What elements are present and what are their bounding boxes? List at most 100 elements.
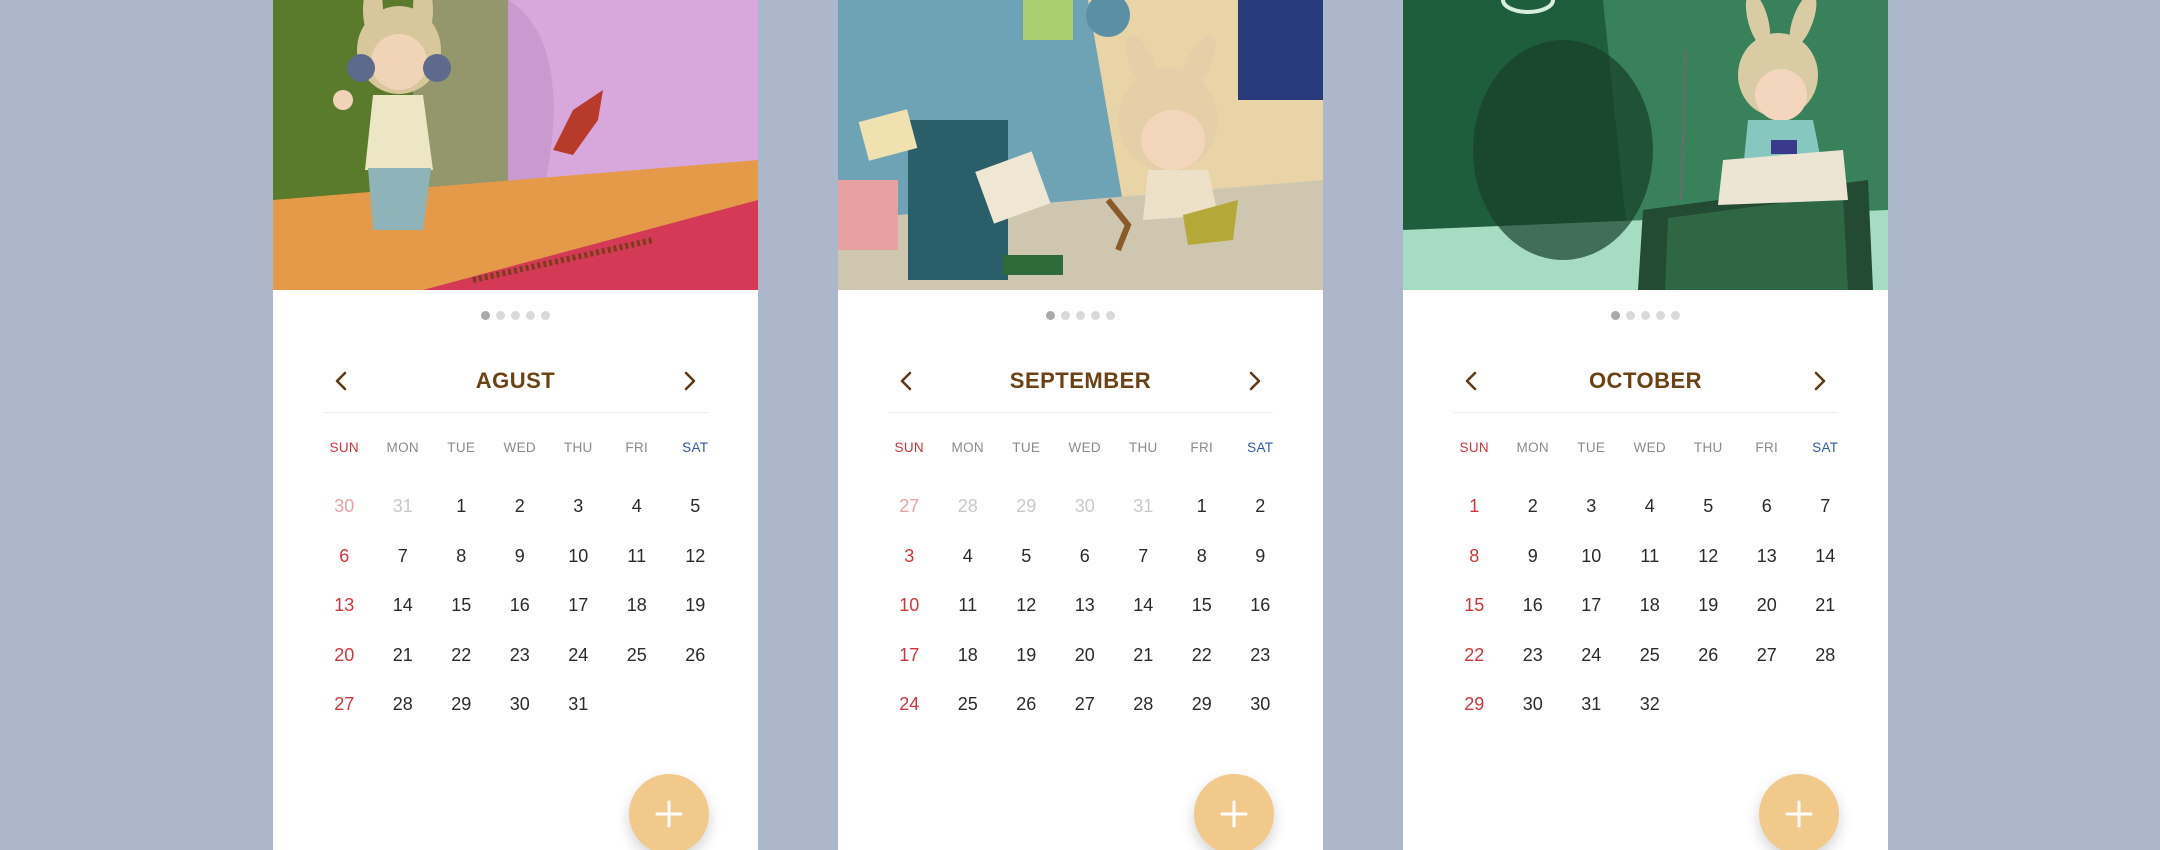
calendar-day[interactable]: 16 xyxy=(1231,591,1290,641)
calendar-day[interactable]: 31 xyxy=(1562,690,1621,740)
calendar-day[interactable]: 11 xyxy=(939,591,998,641)
calendar-day[interactable]: 28 xyxy=(939,492,998,542)
calendar-day[interactable]: 22 xyxy=(432,641,491,691)
calendar-day[interactable]: 9 xyxy=(1504,542,1563,592)
page-dot[interactable] xyxy=(1076,311,1085,320)
calendar-day[interactable]: 7 xyxy=(1796,492,1855,542)
calendar-day[interactable]: 30 xyxy=(315,492,374,542)
calendar-day[interactable]: 29 xyxy=(432,690,491,740)
calendar-day[interactable]: 27 xyxy=(1056,690,1115,740)
calendar-day[interactable]: 5 xyxy=(666,492,725,542)
calendar-day[interactable]: 11 xyxy=(1621,542,1680,592)
calendar-day[interactable]: 9 xyxy=(491,542,550,592)
calendar-day[interactable]: 17 xyxy=(880,641,939,691)
page-dot[interactable] xyxy=(541,311,550,320)
page-dot[interactable] xyxy=(1061,311,1070,320)
calendar-day[interactable]: 14 xyxy=(1114,591,1173,641)
calendar-day[interactable]: 30 xyxy=(1056,492,1115,542)
calendar-day[interactable]: 17 xyxy=(549,591,608,641)
calendar-day[interactable]: 2 xyxy=(491,492,550,542)
calendar-day[interactable]: 26 xyxy=(1679,641,1738,691)
calendar-day[interactable]: 24 xyxy=(549,641,608,691)
calendar-day[interactable]: 8 xyxy=(1445,542,1504,592)
calendar-day[interactable]: 30 xyxy=(491,690,550,740)
calendar-day[interactable]: 25 xyxy=(939,690,998,740)
calendar-day[interactable]: 20 xyxy=(1738,591,1797,641)
calendar-day[interactable]: 23 xyxy=(491,641,550,691)
calendar-day[interactable]: 24 xyxy=(1562,641,1621,691)
calendar-day[interactable]: 19 xyxy=(1679,591,1738,641)
calendar-day[interactable]: 18 xyxy=(1621,591,1680,641)
calendar-day[interactable]: 1 xyxy=(432,492,491,542)
prev-month-button[interactable] xyxy=(1453,363,1489,399)
calendar-day[interactable]: 12 xyxy=(1679,542,1738,592)
page-dot[interactable] xyxy=(1656,311,1665,320)
page-dot[interactable] xyxy=(1091,311,1100,320)
add-event-button[interactable] xyxy=(1194,774,1274,850)
calendar-day[interactable]: 4 xyxy=(608,492,667,542)
page-indicator[interactable] xyxy=(1403,311,1888,320)
calendar-day[interactable]: 6 xyxy=(1056,542,1115,592)
calendar-day[interactable]: 31 xyxy=(1114,492,1173,542)
calendar-day[interactable]: 22 xyxy=(1445,641,1504,691)
page-dot[interactable] xyxy=(1626,311,1635,320)
add-event-button[interactable] xyxy=(1759,774,1839,850)
calendar-day[interactable]: 25 xyxy=(1621,641,1680,691)
calendar-day[interactable]: 3 xyxy=(880,542,939,592)
calendar-day[interactable]: 14 xyxy=(374,591,433,641)
page-dot[interactable] xyxy=(1641,311,1650,320)
page-dot[interactable] xyxy=(1611,311,1620,320)
calendar-day[interactable]: 21 xyxy=(374,641,433,691)
calendar-day[interactable]: 18 xyxy=(939,641,998,691)
calendar-day[interactable]: 14 xyxy=(1796,542,1855,592)
calendar-day[interactable]: 19 xyxy=(666,591,725,641)
calendar-day[interactable]: 15 xyxy=(1173,591,1232,641)
calendar-day[interactable]: 23 xyxy=(1231,641,1290,691)
calendar-day[interactable]: 28 xyxy=(374,690,433,740)
calendar-day[interactable]: 26 xyxy=(666,641,725,691)
next-month-button[interactable] xyxy=(672,363,708,399)
calendar-day[interactable]: 9 xyxy=(1231,542,1290,592)
calendar-day[interactable]: 15 xyxy=(1445,591,1504,641)
calendar-day[interactable]: 32 xyxy=(1621,690,1680,740)
calendar-day[interactable]: 10 xyxy=(880,591,939,641)
calendar-day[interactable]: 15 xyxy=(432,591,491,641)
next-month-button[interactable] xyxy=(1237,363,1273,399)
calendar-day[interactable]: 12 xyxy=(666,542,725,592)
calendar-day[interactable]: 6 xyxy=(1738,492,1797,542)
calendar-day[interactable]: 12 xyxy=(997,591,1056,641)
calendar-day[interactable]: 1 xyxy=(1173,492,1232,542)
calendar-day[interactable]: 13 xyxy=(1738,542,1797,592)
calendar-day[interactable]: 5 xyxy=(1679,492,1738,542)
calendar-day[interactable]: 24 xyxy=(880,690,939,740)
calendar-day[interactable]: 11 xyxy=(608,542,667,592)
calendar-day[interactable]: 28 xyxy=(1796,641,1855,691)
calendar-day[interactable]: 26 xyxy=(997,690,1056,740)
page-dot[interactable] xyxy=(526,311,535,320)
calendar-day[interactable]: 18 xyxy=(608,591,667,641)
calendar-day[interactable]: 7 xyxy=(374,542,433,592)
page-dot[interactable] xyxy=(1671,311,1680,320)
calendar-day[interactable]: 23 xyxy=(1504,641,1563,691)
calendar-day[interactable]: 25 xyxy=(608,641,667,691)
calendar-day[interactable]: 8 xyxy=(1173,542,1232,592)
calendar-day[interactable]: 2 xyxy=(1504,492,1563,542)
calendar-day[interactable]: 10 xyxy=(1562,542,1621,592)
add-event-button[interactable] xyxy=(629,774,709,850)
calendar-day[interactable]: 4 xyxy=(1621,492,1680,542)
calendar-day[interactable]: 19 xyxy=(997,641,1056,691)
calendar-day[interactable]: 29 xyxy=(997,492,1056,542)
calendar-day[interactable]: 7 xyxy=(1114,542,1173,592)
page-dot[interactable] xyxy=(481,311,490,320)
calendar-day[interactable]: 4 xyxy=(939,542,998,592)
calendar-day[interactable]: 29 xyxy=(1173,690,1232,740)
calendar-day[interactable]: 30 xyxy=(1231,690,1290,740)
calendar-day[interactable]: 30 xyxy=(1504,690,1563,740)
calendar-day[interactable]: 17 xyxy=(1562,591,1621,641)
calendar-day[interactable]: 27 xyxy=(315,690,374,740)
calendar-day[interactable]: 16 xyxy=(1504,591,1563,641)
prev-month-button[interactable] xyxy=(888,363,924,399)
calendar-day[interactable]: 27 xyxy=(880,492,939,542)
calendar-day[interactable]: 31 xyxy=(549,690,608,740)
calendar-day[interactable]: 6 xyxy=(315,542,374,592)
